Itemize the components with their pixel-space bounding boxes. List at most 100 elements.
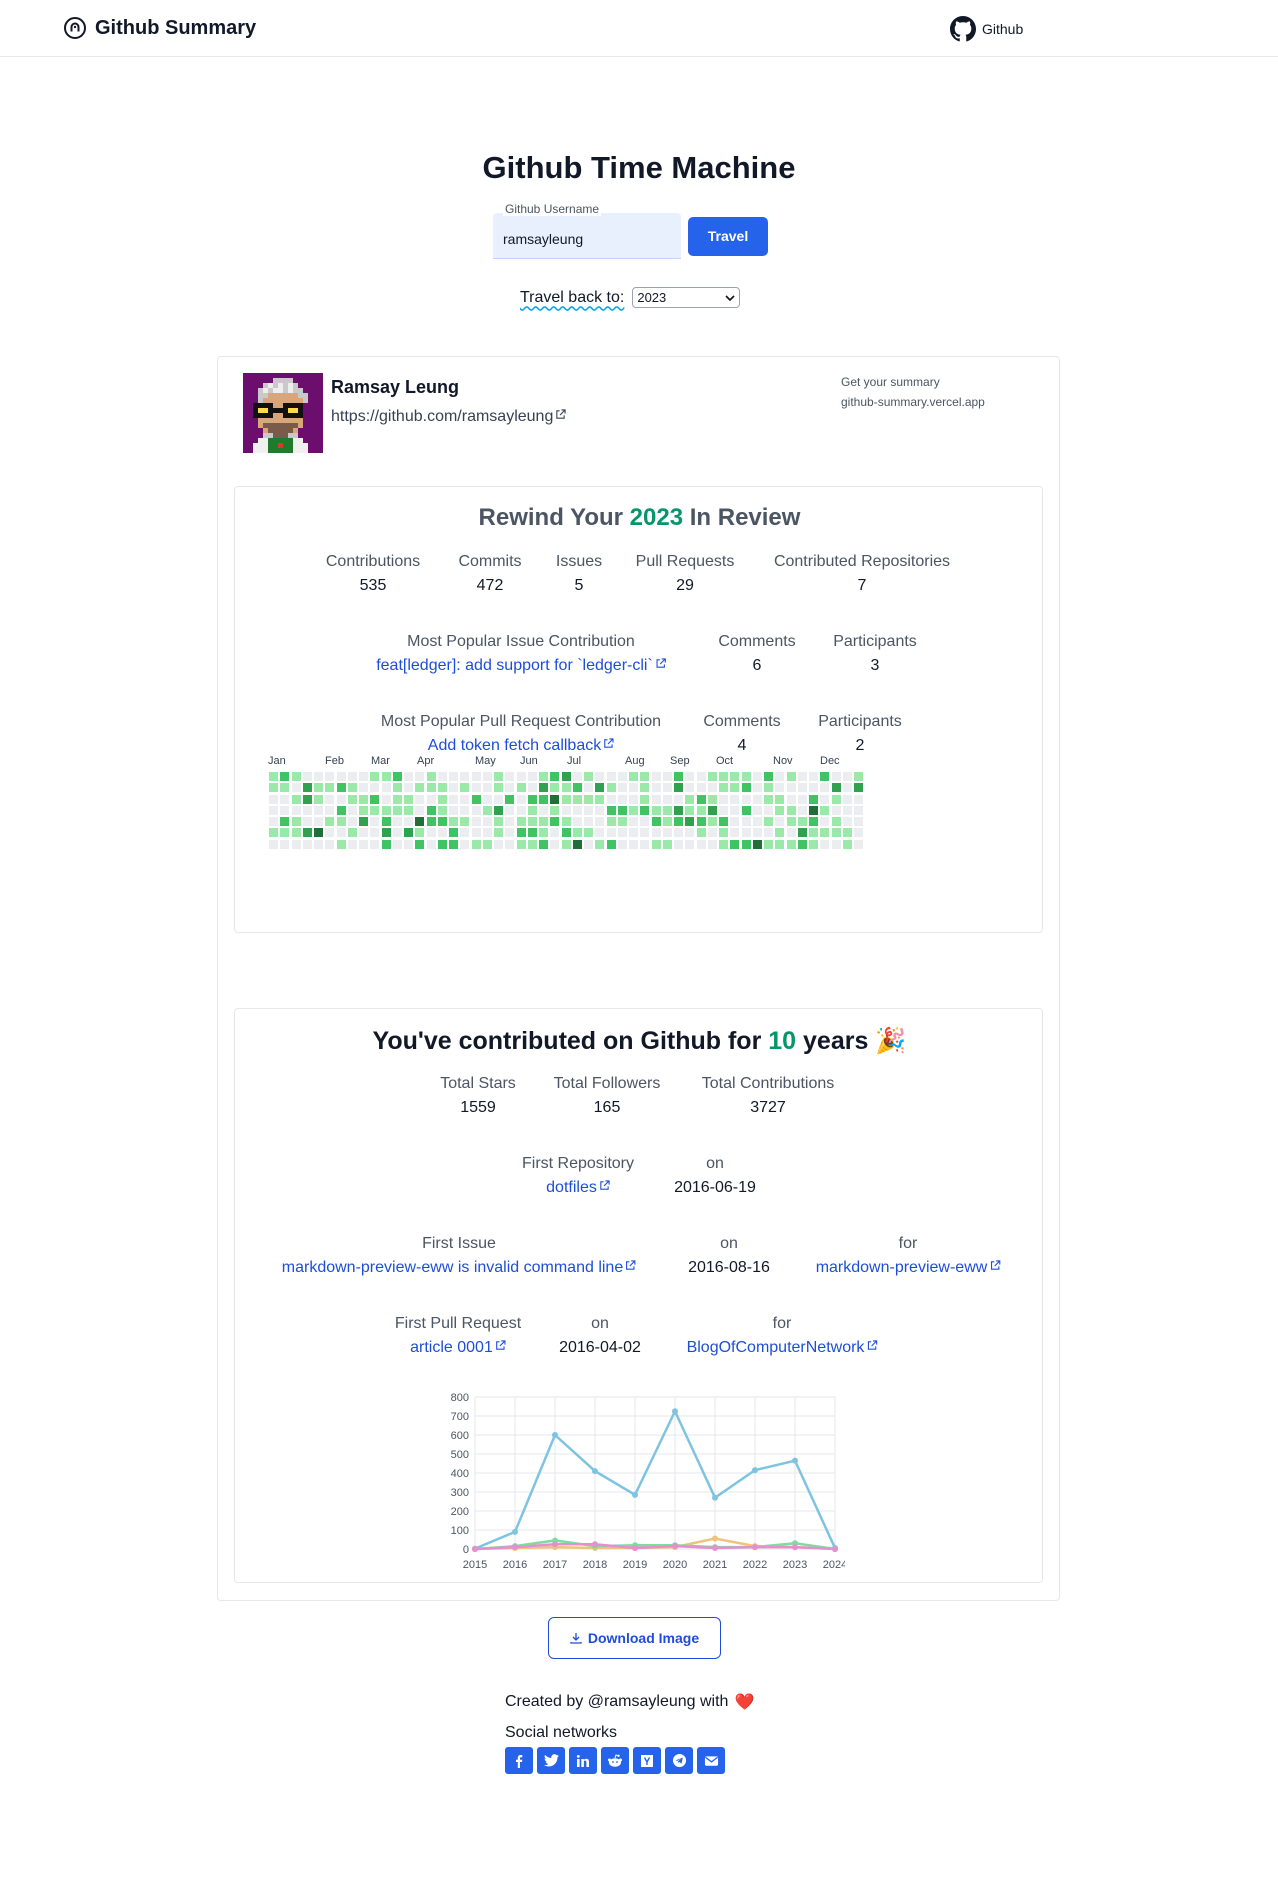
- username-input[interactable]: Github Username ramsayleung: [493, 202, 681, 259]
- heatmap-cell: [809, 794, 818, 804]
- heatmap-cell: [550, 805, 560, 815]
- heatmap-cell: [640, 805, 650, 815]
- first-issue-date: on 2016-08-16: [688, 1235, 770, 1277]
- heatmap-cell: [471, 772, 481, 781]
- heatmap-cell: [561, 794, 571, 804]
- chart-point: [632, 1545, 638, 1552]
- heatmap-cell: [842, 805, 852, 815]
- heatmap-cell: [516, 817, 526, 826]
- heatmap-cell: [606, 805, 616, 815]
- stat-label: Issues: [555, 553, 603, 570]
- heatmap-cell: [347, 772, 357, 781]
- first-issue-link[interactable]: markdown-preview-eww is invalid command …: [282, 1259, 636, 1277]
- stat-label: for: [898, 1235, 918, 1252]
- nav-github-link[interactable]: Github: [950, 16, 1023, 42]
- profile-url-text: https://github.com/ramsayleung: [331, 408, 554, 425]
- heatmap-cell: [437, 828, 447, 838]
- heatmap-cell: [550, 783, 560, 793]
- heatmap-cell: [719, 828, 728, 838]
- heatmap-cell: [730, 817, 740, 826]
- promo-url[interactable]: github-summary.vercel.app: [841, 395, 985, 409]
- heatmap-cell: [437, 839, 447, 849]
- heatmap-cell: [527, 817, 537, 826]
- first-repo-name: dotfiles: [546, 1179, 597, 1196]
- stat-label: Total Followers: [553, 1075, 661, 1092]
- heatmap-cell: [550, 794, 560, 804]
- heatmap-cell: [595, 772, 605, 781]
- lifetime-title: You've contributed on Github for 10 year…: [235, 1027, 1044, 1056]
- chart-x-tick-label: 2020: [663, 1559, 687, 1571]
- chart-point: [552, 1432, 558, 1438]
- year-select[interactable]: 2023: [632, 287, 741, 308]
- download-image-button[interactable]: Download Image: [548, 1617, 721, 1659]
- heatmap-cell: [797, 772, 807, 781]
- heatmap-cell: [471, 805, 481, 815]
- first-pr-repo-link[interactable]: BlogOfComputerNetwork: [687, 1339, 878, 1357]
- share-linkedin-button[interactable]: [569, 1747, 597, 1774]
- heatmap-cell: [584, 794, 593, 804]
- chart-point: [752, 1467, 758, 1474]
- heatmap-cell: [561, 839, 571, 849]
- share-facebook-button[interactable]: [505, 1747, 533, 1774]
- heatmap-cell: [595, 794, 605, 804]
- heatmap-cell: [854, 783, 863, 793]
- heatmap-cell: [302, 794, 312, 804]
- rewind-title-suffix: In Review: [689, 504, 801, 531]
- heatmap-cell: [707, 817, 717, 826]
- heatmap-cell: [291, 817, 301, 826]
- heatmap-cell: [707, 772, 717, 781]
- heatmap-cell: [392, 783, 402, 793]
- first-pr-date: on 2016-04-02: [559, 1315, 641, 1357]
- heatmap-cell: [696, 783, 706, 793]
- heatmap-cell: [786, 783, 796, 793]
- popular-issue-link[interactable]: feat[ledger]: add support for `ledger-cl…: [376, 657, 666, 675]
- top-nav: Github Summary Github: [0, 0, 1278, 57]
- stat-contributions: Contributions 535: [326, 553, 420, 595]
- travel-button[interactable]: Travel: [688, 217, 768, 256]
- heatmap-cell: [325, 772, 335, 781]
- heatmap-cell: [269, 772, 278, 781]
- heatmap-cell: [449, 783, 458, 793]
- heatmap-cell: [674, 805, 683, 815]
- brand-link[interactable]: Github Summary: [63, 16, 256, 40]
- heatmap-cell: [674, 839, 683, 849]
- popular-pr-link[interactable]: Add token fetch callback: [381, 737, 661, 755]
- heatmap-cell: [572, 794, 582, 804]
- heatmap-cell: [291, 783, 301, 793]
- hackernews-icon: [641, 1754, 653, 1767]
- first-issue-repo-link[interactable]: markdown-preview-eww: [816, 1259, 1001, 1277]
- heatmap-month-label: Nov: [773, 755, 793, 767]
- chart-point: [752, 1544, 758, 1551]
- heatmap-cell: [606, 839, 616, 849]
- stat-label: Total Contributions: [701, 1075, 835, 1092]
- heatmap-cell: [617, 805, 627, 815]
- heatmap-cell: [392, 839, 402, 849]
- heatmap-cell: [460, 839, 470, 849]
- heatmap-cell: [482, 828, 492, 838]
- heatmap-cell: [775, 828, 785, 838]
- heatmap-cell: [381, 828, 391, 838]
- heatmap-cell: [482, 839, 492, 849]
- share-reddit-button[interactable]: [601, 1747, 629, 1774]
- heatmap-cell: [741, 794, 751, 804]
- heatmap-cell: [820, 794, 830, 804]
- heatmap-cell: [392, 817, 402, 826]
- heatmap-cell: [370, 794, 380, 804]
- heatmap-cell: [460, 828, 470, 838]
- profile-url-link[interactable]: https://github.com/ramsayleung: [331, 408, 566, 426]
- heatmap-cell: [640, 828, 650, 838]
- share-email-button[interactable]: [697, 1747, 725, 1774]
- heatmap-cell: [516, 772, 526, 781]
- heatmap-cell: [662, 805, 672, 815]
- heatmap-cell: [494, 817, 503, 826]
- first-pr-link[interactable]: article 0001: [395, 1339, 521, 1357]
- share-telegram-button[interactable]: [665, 1747, 693, 1774]
- share-twitter-button[interactable]: [537, 1747, 565, 1774]
- heatmap-cell: [786, 805, 796, 815]
- heatmap-cell: [291, 772, 301, 781]
- heatmap-cell: [269, 817, 278, 826]
- first-repo-link[interactable]: dotfiles: [522, 1179, 634, 1197]
- share-hackernews-button[interactable]: [633, 1747, 661, 1774]
- external-link-icon: [990, 1260, 1000, 1270]
- heatmap-cell: [764, 772, 773, 781]
